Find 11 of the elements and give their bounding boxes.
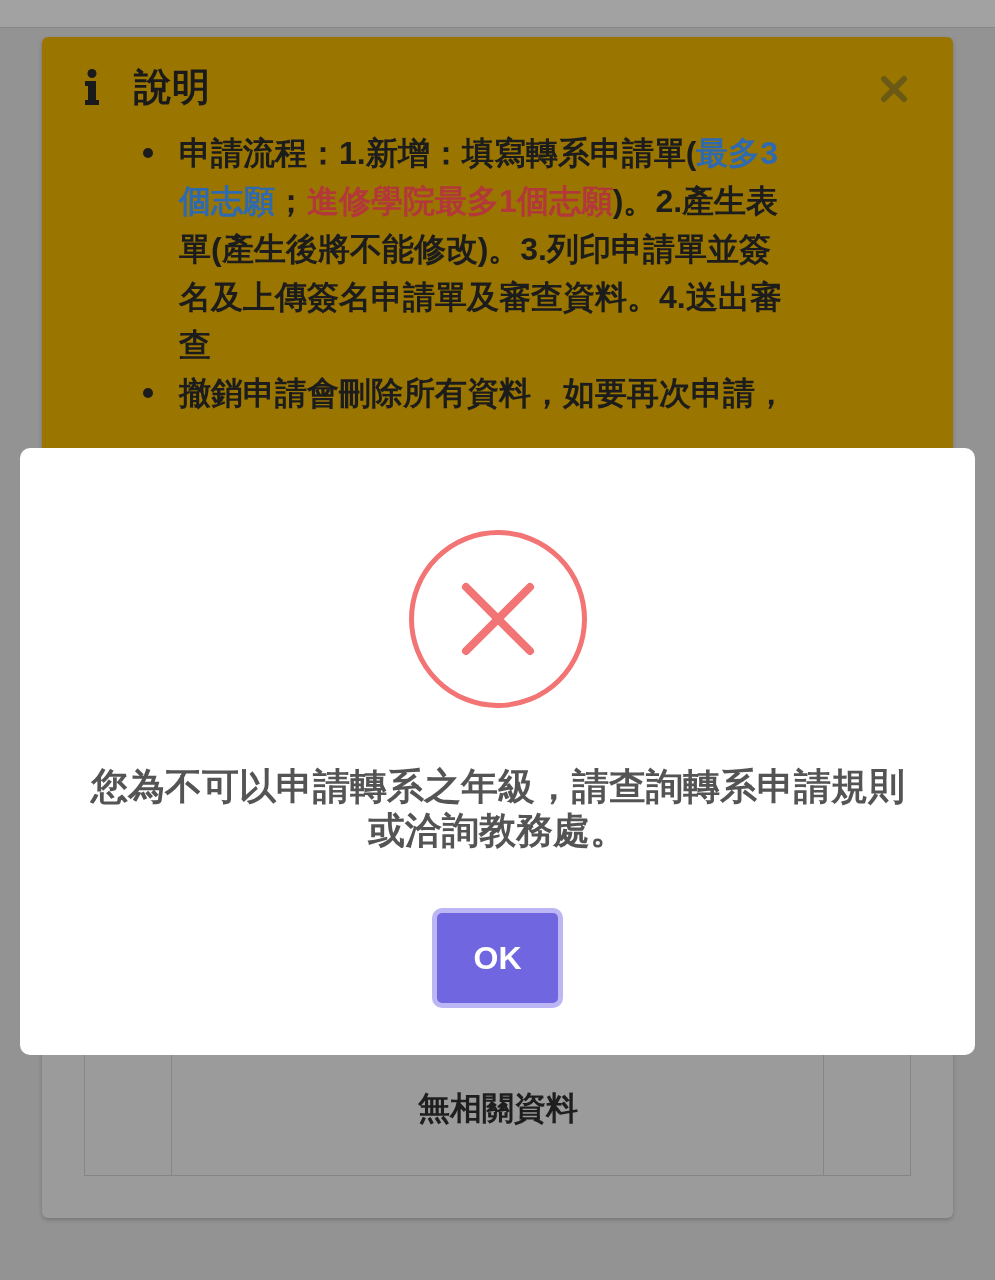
instruction-text: 撤銷申請會刪除所有資料，如要再次申請，	[179, 374, 788, 413]
ok-button[interactable]: OK	[432, 908, 563, 1008]
instruction-text: 申請流程：1.新增：填寫轉系申請單(最多3個志願；進修學院最多1個志願)。2.產生表單(產生後將不能修改)。3.列印申請單並簽名及上傳簽名申請單及審查資料。4.送出審查	[179, 134, 783, 365]
alert-title: 說明	[134, 65, 210, 109]
dialog-message: 您為不可以申請轉系之年級，請查詢轉系申請規則或洽詢教務處。	[89, 765, 906, 853]
close-icon	[880, 75, 908, 103]
bullet-icon	[143, 148, 153, 158]
info-icon	[84, 69, 100, 105]
close-button[interactable]	[880, 75, 908, 103]
error-icon	[408, 530, 587, 708]
bullet-icon	[143, 388, 153, 398]
